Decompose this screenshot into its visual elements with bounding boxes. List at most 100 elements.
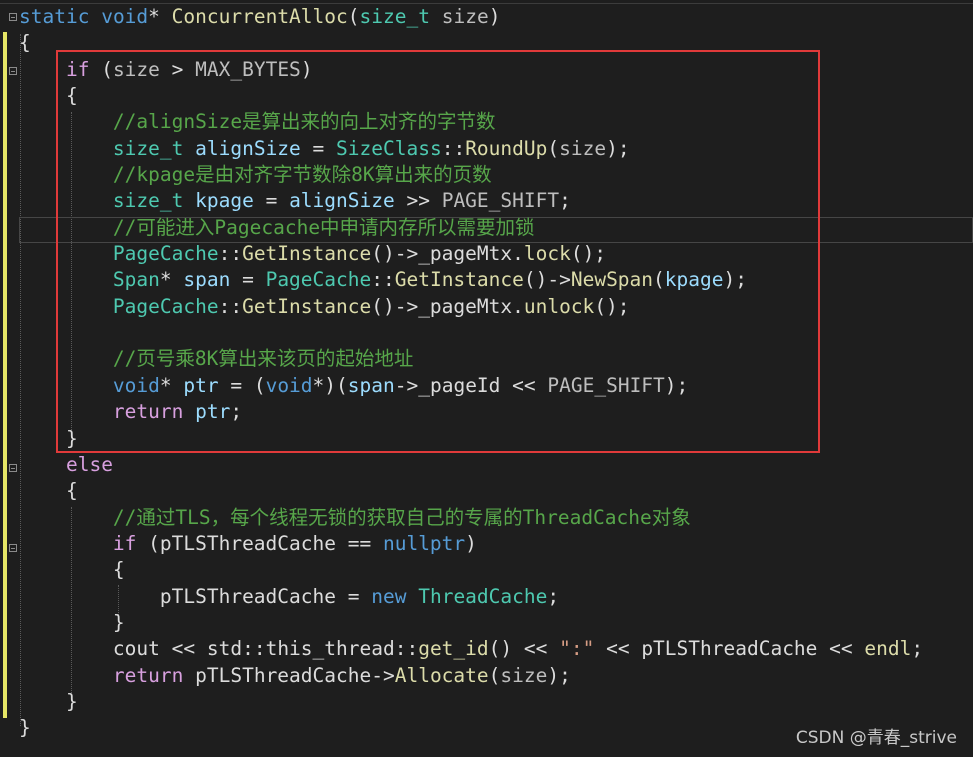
- code-token: ();: [594, 294, 630, 318]
- code-line-9: //可能进入Pagecache中申请内存所以需要加锁: [19, 215, 923, 241]
- variable-token: pTLSThreadCache: [641, 637, 818, 661]
- keyword-token: else: [65, 452, 113, 476]
- code-token: = (: [218, 373, 266, 397]
- code-token: >: [159, 57, 196, 81]
- function-name: GetInstance: [242, 294, 372, 318]
- code-token: ): [465, 531, 477, 555]
- parameter-token: size: [112, 57, 160, 81]
- function-name: get_id: [418, 637, 489, 661]
- code-token: .: [512, 294, 524, 318]
- code-line-5: //alignSize是算出来的向上对齐的字节数: [19, 109, 923, 135]
- parameter-token: size: [441, 5, 489, 28]
- code-line-21: if (pTLSThreadCache == nullptr): [19, 531, 923, 557]
- function-name: GetInstance: [242, 242, 372, 266]
- comment-token: //可能进入Pagecache中申请内存所以需要加锁: [112, 215, 535, 239]
- code-token: }: [19, 610, 125, 634]
- function-name: endl: [864, 637, 912, 661]
- code-token: );: [664, 373, 689, 397]
- type-token: PageCache: [265, 268, 372, 292]
- type-token: size_t: [112, 189, 184, 213]
- variable-token: span: [347, 373, 395, 397]
- macro-token: PAGE_SHIFT: [441, 189, 560, 213]
- parameter-token: size: [500, 663, 548, 687]
- function-name: ConcurrentAlloc: [171, 5, 348, 28]
- code-line-6: size_t alignSize = SizeClass::RoundUp(si…: [19, 136, 923, 162]
- code-token: <<: [500, 373, 548, 397]
- code-token: >>: [394, 189, 442, 213]
- code-token: (: [136, 531, 160, 555]
- keyword-token: return: [112, 400, 184, 424]
- namespace-token: std: [206, 637, 243, 661]
- code-token: ()->: [523, 268, 571, 292]
- code-line-18: else: [19, 452, 923, 478]
- function-name: unlock: [523, 294, 595, 318]
- code-line-22: {: [19, 557, 923, 583]
- keyword-token: void: [265, 373, 313, 397]
- member-token: _pageMtx: [418, 294, 513, 318]
- code-line-17: }: [19, 426, 923, 452]
- fold-toggle-icon[interactable]: [9, 544, 17, 552]
- variable-token: span: [183, 268, 231, 292]
- code-token: ::: [371, 268, 395, 292]
- code-line-25: cout << std::this_thread::get_id() << ":…: [19, 636, 923, 662]
- variable-token: ptr: [183, 373, 219, 397]
- code-editor[interactable]: static void* ConcurrentAlloc(size_t size…: [19, 4, 923, 742]
- code-token: );: [547, 663, 571, 687]
- code-token: {: [19, 31, 31, 55]
- code-token: ->: [371, 663, 395, 687]
- variable-token: cout: [112, 637, 160, 661]
- type-token: Span: [112, 268, 160, 292]
- fold-toggle-icon[interactable]: [9, 13, 17, 21]
- code-token: ): [300, 57, 313, 81]
- type-token: PageCache: [112, 294, 219, 318]
- code-token: =: [336, 584, 372, 608]
- code-line-8: size_t kpage = alignSize >> PAGE_SHIFT;: [19, 188, 923, 214]
- code-line-28: }: [19, 715, 923, 741]
- code-line-15: void* ptr = (void*)(span->_pageId << PAG…: [19, 373, 923, 399]
- code-token: (: [653, 268, 665, 292]
- code-line-1: static void* ConcurrentAlloc(size_t size…: [19, 4, 923, 30]
- function-name: GetInstance: [394, 268, 524, 292]
- code-line-11: Span* span = PageCache::GetInstance()->N…: [19, 267, 923, 293]
- variable-token: pTLSThreadCache: [159, 531, 336, 555]
- code-token: ::: [394, 637, 419, 661]
- member-token: _pageMtx: [418, 242, 513, 266]
- code-token: (: [347, 5, 360, 28]
- type-token: PageCache: [112, 242, 219, 266]
- code-line-16: return ptr;: [19, 399, 923, 425]
- function-name: lock: [523, 242, 571, 266]
- code-token: ::: [218, 242, 243, 266]
- code-token: ): [488, 5, 501, 28]
- code-line-10: PageCache::GetInstance()->_pageMtx.lock(…: [19, 241, 923, 267]
- fold-toggle-icon[interactable]: [9, 464, 17, 472]
- variable-token: alignSize: [195, 136, 301, 160]
- code-line-24: }: [19, 610, 923, 636]
- type-token: SizeClass: [336, 136, 442, 160]
- code-token: {: [19, 558, 125, 582]
- code-token: (: [488, 663, 501, 687]
- fold-toggle-icon[interactable]: [9, 67, 17, 75]
- code-token: );: [606, 136, 630, 160]
- code-line-14: //页号乘8K算出来该页的起始地址: [19, 346, 923, 372]
- variable-token: kpage: [195, 189, 254, 213]
- code-token: ;: [911, 637, 924, 661]
- comment-token: //kpage是由对齐字节数除8K算出来的页数: [112, 163, 492, 187]
- comment-token: //页号乘8K算出来该页的起始地址: [112, 347, 414, 371]
- code-token: *: [159, 268, 184, 292]
- keyword-token: static: [19, 5, 90, 28]
- code-token: ::: [441, 136, 466, 160]
